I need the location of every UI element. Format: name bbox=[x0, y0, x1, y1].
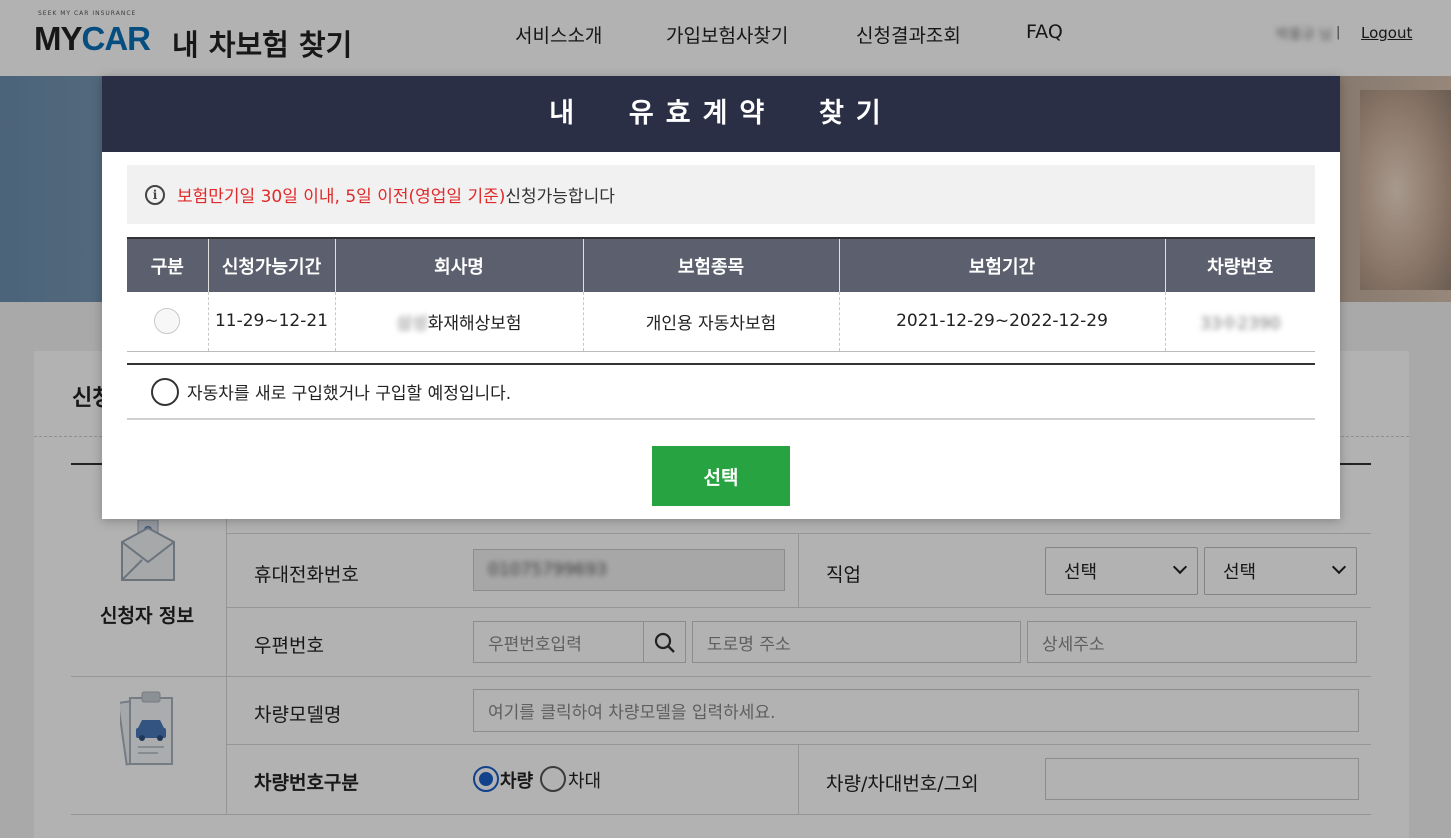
column-header-type: 구분 bbox=[127, 237, 208, 292]
column-header-plate: 차량번호 bbox=[1164, 237, 1315, 292]
contract-table: 구분 신청가능기간 회사명 보험종목 보험기간 차량번호 11-29~12-21… bbox=[127, 237, 1315, 352]
info-icon: i bbox=[145, 184, 165, 205]
company-cell: 삼성화재해상보험 bbox=[334, 292, 583, 352]
table-header-row: 구분 신청가능기간 회사명 보험종목 보험기간 차량번호 bbox=[127, 237, 1315, 292]
eligibility-notice: i 보험만기일 30일 이내, 5일 이전(영업일 기준) 신청가능합니다 bbox=[127, 165, 1315, 224]
table-row[interactable]: 11-29~12-21 삼성화재해상보험 개인용 자동차보험 2021-12-2… bbox=[127, 292, 1315, 352]
column-header-product: 보험종목 bbox=[582, 237, 839, 292]
valid-contract-modal: 내 유효계약 찾기 i 보험만기일 30일 이내, 5일 이전(영업일 기준) … bbox=[102, 76, 1340, 519]
company-name-hidden: 삼성 bbox=[396, 313, 428, 334]
plate-cell: 33수2390 bbox=[1164, 292, 1315, 352]
term-cell: 2021-12-29~2022-12-29 bbox=[838, 292, 1165, 352]
product-cell: 개인용 자동차보험 bbox=[582, 292, 839, 352]
notice-text: 신청가능합니다 bbox=[505, 187, 615, 207]
column-header-period: 신청가능기간 bbox=[207, 237, 335, 292]
column-header-company: 회사명 bbox=[334, 237, 583, 292]
contract-select-cell[interactable] bbox=[127, 292, 208, 352]
new-car-option[interactable]: 자동차를 새로 구입했거나 구입할 예정입니다. bbox=[127, 363, 1315, 420]
plate-number-hidden: 33수2390 bbox=[1199, 313, 1281, 334]
new-car-option-label[interactable]: 자동차를 새로 구입했거나 구입할 예정입니다. bbox=[187, 379, 511, 404]
new-car-radio[interactable] bbox=[151, 377, 179, 406]
column-header-term: 보험기간 bbox=[838, 237, 1165, 292]
modal-title: 내 유효계약 찾기 bbox=[102, 76, 1340, 152]
select-button[interactable]: 선택 bbox=[652, 446, 790, 506]
period-cell: 11-29~12-21 bbox=[207, 292, 335, 352]
company-name: 화재해상보험 bbox=[427, 313, 522, 334]
contract-select-radio[interactable] bbox=[154, 308, 181, 335]
notice-highlight: 보험만기일 30일 이내, 5일 이전(영업일 기준) bbox=[177, 187, 506, 207]
